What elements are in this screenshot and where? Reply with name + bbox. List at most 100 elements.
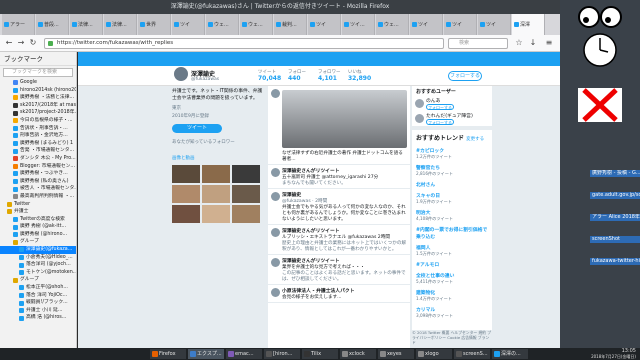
bookmark-item[interactable]: 廣野秀樹 ・法務と法律...	[0, 94, 76, 102]
url-bar[interactable]: https://twitter.com/fukazawas/with_repli…	[44, 38, 444, 49]
bookmark-item[interactable]: 今日の島根県の様子・...	[0, 117, 76, 125]
bookmark-item[interactable]: ダンシタ 木公 - My Pro...	[0, 155, 76, 163]
browser-tab[interactable]: アラー	[2, 14, 35, 35]
bookmark-item[interactable]: 廣野秀樹 (まるみどり) 1	[0, 140, 76, 148]
follow-suggested-button[interactable]: フォローする	[426, 119, 454, 125]
media-thumbnail[interactable]	[172, 165, 200, 183]
tweet-item[interactable]: 小原法律法人 - 弁護士法人パクト 会見の様子をお伝えします...	[268, 285, 410, 303]
suggested-user[interactable]: のんあ フォローする	[412, 97, 492, 112]
tweet-avatar[interactable]	[271, 228, 280, 237]
follow-button[interactable]: フォローする	[448, 71, 482, 81]
tweet-to-button[interactable]: ツイート	[172, 124, 222, 133]
bookmark-item[interactable]: Blogger: 市場通報セン...	[0, 163, 76, 171]
bookmark-item[interactable]: 刑事告訴・金沢地方...	[0, 132, 76, 140]
tweet-item[interactable]: 深澤諭史 @fukazawas · 2時間 弁護士会でもやる気がある人って何かの変な…	[268, 189, 410, 225]
desktop-window[interactable]: 廣野秀樹 - 投稿 - G...	[590, 170, 640, 177]
bookmark-item[interactable]: 戦闘員!/ブラック...	[0, 299, 76, 307]
trend-item[interactable]: 福岡人 1.5万件のツイート	[412, 242, 492, 259]
bookmark-item[interactable]: 落合 洋司 YojiOc...	[0, 292, 76, 300]
profile-stat[interactable]: ツイート 70,048	[258, 69, 281, 82]
trend-item[interactable]: スキャの日 1.9万件のツイート	[412, 190, 492, 207]
desktop-window[interactable]: アラー Alice 2018年	[590, 214, 640, 221]
bookmark-item[interactable]: 廣野秀樹 (私の奥さん)	[0, 178, 76, 186]
media-thumbnail[interactable]	[202, 185, 230, 203]
desktop-window[interactable]: screenShot	[590, 236, 640, 243]
bookmark-item[interactable]: sk2017/(2018年 at mast...	[0, 102, 76, 110]
bookmark-item[interactable]: 告訴状・刑事告訴・...	[0, 125, 76, 133]
bookmark-item[interactable]: 深澤諭史(@fukaza...	[0, 246, 76, 254]
browser-tab[interactable]: 法律...	[70, 14, 103, 35]
bookmark-item[interactable]: hirono2014sk (hirono20...	[0, 87, 76, 95]
trend-item[interactable]: #アルモロ	[412, 259, 492, 270]
profile-stat[interactable]: フォロワー 4,101	[318, 69, 341, 82]
taskbar-task[interactable]: [hiron...	[264, 349, 300, 359]
bookmark-item[interactable]: モトケン(@motoken...	[0, 269, 76, 277]
browser-tab[interactable]: ウェ...	[240, 14, 273, 35]
trend-item[interactable]: #内閣の一票でお得に割引価格で乗り込む	[412, 224, 492, 242]
search-input[interactable]: 検索	[448, 38, 508, 49]
trend-item[interactable]: #カピロック 1.2万件のツイート	[412, 145, 492, 162]
bookmark-item[interactable]: 松本正平(@shoh...	[0, 284, 76, 292]
media-thumbnail[interactable]	[232, 165, 260, 183]
bookmark-item[interactable]: 高橋 浩 (@hiros...	[0, 314, 76, 322]
browser-tab[interactable]: ツイ	[172, 14, 205, 35]
browser-tab[interactable]: 法律...	[104, 14, 137, 35]
bookmark-search-input[interactable]: ブックマークを検索	[3, 68, 73, 77]
desktop-window[interactable]: fukazawa-twitter-hi...	[590, 258, 640, 265]
tweet-avatar[interactable]	[271, 288, 280, 297]
profile-stat[interactable]: いいね 32,890	[348, 69, 371, 82]
menu-icon[interactable]: ≡	[544, 38, 554, 48]
trend-item[interactable]: カリマル 3,098件のツイート	[412, 304, 492, 321]
reload-icon[interactable]: ↻	[28, 38, 38, 48]
browser-tab[interactable]: ウェ...	[206, 14, 239, 35]
media-thumbnail[interactable]	[202, 205, 230, 223]
taskbar-task[interactable]: Tilix	[302, 349, 338, 359]
bookmark-item[interactable]: 廣野秀樹・つぶやき...	[0, 170, 76, 178]
tweet-avatar[interactable]	[271, 168, 280, 177]
bookmark-item[interactable]: 被告人 ・市場通報センタ...	[0, 185, 76, 193]
bookmark-item[interactable]: 廣野 秀樹 (@ak-itt...	[0, 223, 76, 231]
browser-tab[interactable]: ツイ	[308, 14, 341, 35]
media-thumbnail[interactable]	[202, 165, 230, 183]
taskbar-task[interactable]: xclock	[340, 349, 376, 359]
bookmark-item[interactable]: 落合洋司 (@yjoch...	[0, 261, 76, 269]
media-thumbnail[interactable]	[172, 185, 200, 203]
browser-tab[interactable]: 深澤	[512, 14, 545, 35]
follow-suggested-button[interactable]: フォローする	[426, 104, 454, 110]
tweet-item[interactable]: 深澤諭史さんがリツイート 五十嵐新司 弁護士 @attorney_igarashi…	[268, 165, 410, 189]
browser-tab[interactable]: ツイ	[410, 14, 443, 35]
bookmark-item[interactable]: 弁護士	[0, 208, 76, 216]
tweet-avatar[interactable]	[271, 258, 280, 267]
taskbar-task[interactable]: Firefox	[150, 349, 186, 359]
forward-icon[interactable]: →	[16, 38, 26, 48]
bookmark-item[interactable]: sk2017/project-2018年...	[0, 109, 76, 117]
trends-change-link[interactable]: 変更する	[466, 137, 484, 142]
media-thumbnail[interactable]	[232, 205, 260, 223]
tweet-image[interactable]	[282, 90, 407, 148]
tweet-item[interactable]: 深澤諭史さんがリツイート 業界を弁護士的な見方で考えれば・・・ この記事のことはよく…	[268, 255, 410, 285]
tweet-avatar[interactable]	[271, 89, 280, 98]
bookmark-item[interactable]: Twitterの高度な検索	[0, 216, 76, 224]
trend-item[interactable]: 全校と仕事の違い 5,411件のツイート	[412, 270, 492, 287]
system-clock[interactable]: 13:05 2018年7月27日(金曜日)	[591, 348, 636, 360]
taskbar-task[interactable]: xeyes	[378, 349, 414, 359]
taskbar-task[interactable]: xlogo	[416, 349, 452, 359]
profile-stat[interactable]: フォロー 440	[288, 69, 306, 82]
bookmark-item[interactable]: 廣野秀樹 (@hirono...	[0, 231, 76, 239]
bookmark-item[interactable]: Google	[0, 79, 76, 87]
browser-tab[interactable]: ツイ	[478, 14, 511, 35]
trend-item[interactable]: 建築物化 1.4万件のツイート	[412, 287, 492, 304]
browser-tab[interactable]: ウェ...	[376, 14, 409, 35]
taskbar-task[interactable]: エクスプ...	[188, 349, 224, 359]
media-thumbnail[interactable]	[172, 205, 200, 223]
taskbar-task[interactable]: screenS...	[454, 349, 490, 359]
media-thumbnail[interactable]	[232, 185, 260, 203]
media-label[interactable]: 画像と動画	[170, 147, 266, 163]
downloads-icon[interactable]: ↓	[528, 38, 538, 48]
tweet-item[interactable]: なぜ法律すずの右近弁護士の著作 弁護士ドットコムを語る著者...	[268, 86, 410, 165]
browser-tab[interactable]: 裁判...	[274, 14, 307, 35]
tweet-item[interactable]: 深澤諭史さんがリツイート ルブリッシ・エキストラナエル @fukazawas 2時…	[268, 225, 410, 255]
trend-item[interactable]: 明治大 4,108件のツイート	[412, 207, 492, 224]
tweet-avatar[interactable]	[271, 192, 280, 201]
taskbar-task[interactable]: 深澤の...	[492, 349, 528, 359]
